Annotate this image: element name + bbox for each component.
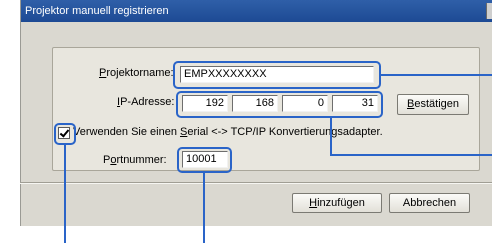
serial-adapter-label: Verwenden Sie einen Serial <-> TCP/IP Ko… xyxy=(73,126,383,138)
projector-name-label: Projektorname: xyxy=(99,67,174,79)
ip-address-callout-line-horizontal xyxy=(330,154,492,156)
ip-octet-1-input[interactable]: 192 xyxy=(182,95,228,112)
ip-address-callout-line-vertical xyxy=(330,118,332,155)
projector-name-input[interactable]: EMPXXXXXXXX xyxy=(180,66,374,83)
ip-octet-2-input[interactable]: 168 xyxy=(232,95,278,112)
port-number-input[interactable]: 10001 xyxy=(182,151,228,168)
port-number-label: Portnummer: xyxy=(103,154,167,166)
dialog-title: Projektor manuell registrieren xyxy=(25,5,169,17)
ip-address-label: IP-Adresse: xyxy=(117,96,175,108)
ip-octet-3-input[interactable]: 0 xyxy=(282,95,328,112)
serial-adapter-checkbox[interactable] xyxy=(58,127,70,139)
ip-octet-4-input[interactable]: 31 xyxy=(332,95,378,112)
close-icon[interactable] xyxy=(486,3,492,19)
add-button[interactable]: Hinzufügen xyxy=(292,193,382,213)
cancel-button[interactable]: Abbrechen xyxy=(389,193,470,213)
dialog-divider xyxy=(20,182,492,184)
port-number-callout-line xyxy=(203,173,205,243)
screenshot-page: Projektor manuell registrieren Projektor… xyxy=(0,0,492,243)
projector-name-callout-line xyxy=(381,74,492,76)
serial-adapter-callout-line xyxy=(64,145,66,243)
dialog-title-bar: Projektor manuell registrieren xyxy=(21,0,492,22)
confirm-button[interactable]: Bestätigen xyxy=(397,94,469,115)
